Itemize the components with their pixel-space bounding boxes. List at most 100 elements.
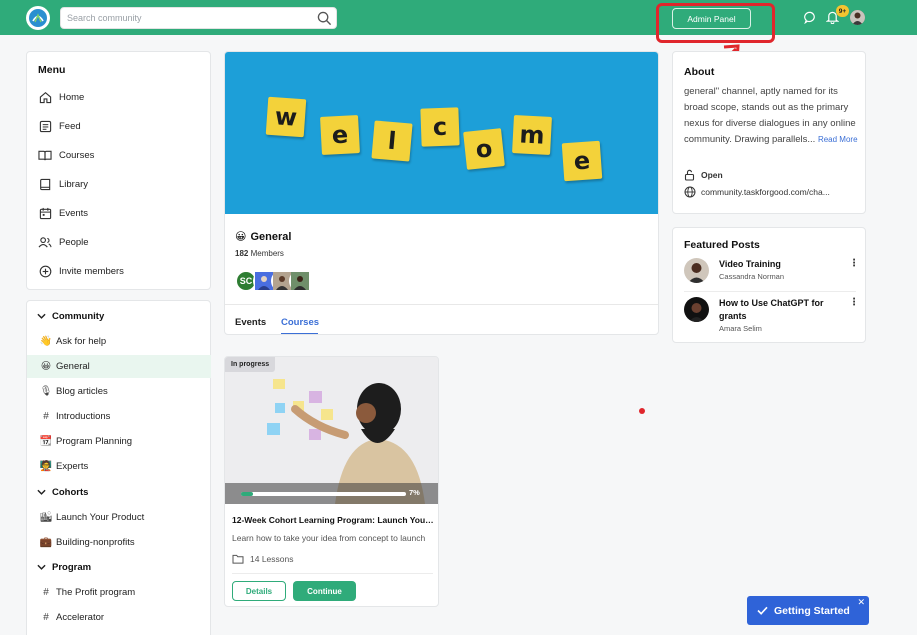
channel-general[interactable]: 😀 General — [27, 355, 211, 378]
status-badge: In progress — [225, 357, 276, 372]
tab-events[interactable]: Events — [235, 317, 266, 328]
group-name-text: General — [250, 230, 292, 243]
section-community[interactable]: Community — [37, 311, 104, 322]
about-description: general" channel, aptly named for its br… — [684, 84, 859, 148]
avatar-image — [850, 10, 865, 25]
menu-item-people[interactable]: People — [38, 233, 203, 251]
smile-emoji-icon: 😀 — [40, 361, 52, 372]
menu-item-feed[interactable]: Feed — [38, 117, 203, 135]
post-author: Amara Selim — [719, 324, 762, 333]
details-button[interactable]: Details — [232, 581, 286, 601]
progress-percent: 7% — [409, 488, 420, 497]
channel-program-planning[interactable]: 📆 Program Planning — [27, 430, 211, 453]
continue-button[interactable]: Continue — [293, 581, 356, 601]
section-label: Cohorts — [52, 487, 89, 498]
lessons-count: 14 Lessons — [250, 554, 294, 564]
community-url[interactable]: community.taskforgood.com/cha... — [684, 186, 830, 198]
tab-courses[interactable]: Courses — [281, 317, 319, 328]
course-lessons: 14 Lessons — [232, 554, 293, 564]
channel-label: Accelerator — [56, 612, 105, 623]
channel-ask-for-help[interactable]: 👋 Ask for help — [27, 330, 211, 353]
group-header-card: w e l c o m e 😀 General 182 Members SC E… — [224, 51, 659, 335]
calendar-emoji-icon: 📆 — [39, 436, 53, 447]
channel-launch-your-product[interactable]: 🏙 Launch Your Product — [27, 506, 211, 529]
course-card[interactable]: In progress 7% 12-Week Cohort Learning P… — [224, 356, 439, 607]
user-avatar[interactable] — [850, 10, 865, 25]
chevron-down-icon — [37, 489, 46, 495]
post-title[interactable]: Video Training — [719, 258, 844, 271]
channel-label: Introductions — [56, 411, 111, 422]
menu-item-library[interactable]: Library — [38, 175, 203, 193]
card-divider — [684, 291, 856, 292]
menu-item-label: Events — [59, 207, 89, 219]
group-banner-image: w e l c o m e — [225, 52, 658, 214]
channel-blog-articles[interactable]: 🎙 Blog articles — [27, 380, 211, 403]
post-title[interactable]: How to Use ChatGPT for grants — [719, 297, 844, 323]
banner-tile: w — [265, 96, 307, 138]
access-type: Open — [684, 169, 723, 181]
read-more-link[interactable]: Read More — [818, 135, 858, 144]
search-icon[interactable] — [317, 11, 332, 26]
briefcase-emoji-icon: 💼 — [39, 537, 53, 548]
chevron-down-icon — [37, 313, 46, 319]
community-logo[interactable] — [26, 6, 50, 30]
channel-experts[interactable]: 🧑‍🏫 Experts — [27, 455, 211, 478]
channel-label: Ask for help — [56, 336, 107, 347]
menu-item-label: Courses — [59, 149, 95, 161]
member-avatars[interactable]: SC — [235, 270, 311, 292]
group-member-count: 182 Members — [235, 249, 284, 258]
channel-label: General — [56, 361, 90, 372]
progress-strip: 7% — [225, 483, 438, 504]
group-title: 😀 General — [235, 230, 292, 244]
feed-icon — [38, 119, 52, 133]
post-author: Cassandra Norman — [719, 272, 785, 281]
menu-item-label: Library — [59, 178, 89, 190]
getting-started-button[interactable]: Getting Started ✕ — [747, 596, 869, 625]
annotation-dot — [639, 408, 645, 414]
menu-item-invite-members[interactable]: Invite members — [38, 262, 203, 280]
card-divider — [225, 304, 658, 305]
waving-hand-icon: 👋 — [39, 336, 53, 347]
menu-item-home[interactable]: Home — [38, 88, 203, 106]
search-input[interactable] — [61, 8, 301, 28]
channel-label: Blog articles — [56, 386, 108, 397]
banner-tile: l — [371, 120, 413, 162]
menu-card: Menu Home Feed Courses Library Events Pe — [26, 51, 211, 290]
library-icon — [38, 177, 52, 191]
more-options-icon[interactable]: ⋮ — [849, 297, 859, 308]
book-open-icon — [38, 148, 52, 162]
featured-post-item[interactable]: How to Use ChatGPT for grants Amara Seli… — [684, 297, 859, 333]
channel-accelerator[interactable]: # Accelerator — [27, 606, 211, 629]
featured-post-item[interactable]: Video Training Cassandra Norman ⋮ — [684, 258, 859, 286]
section-program[interactable]: Program — [37, 562, 91, 573]
search-box — [60, 7, 337, 29]
menu-item-label: People — [59, 236, 89, 248]
folder-icon — [232, 554, 244, 564]
banner-tile: m — [512, 115, 552, 155]
more-options-icon[interactable]: ⋮ — [849, 258, 859, 269]
calendar-icon — [38, 206, 52, 220]
teacher-emoji-icon: 🧑‍🏫 — [39, 461, 53, 472]
chat-icon[interactable] — [804, 11, 817, 24]
channel-label: Experts — [56, 461, 89, 472]
close-icon[interactable]: ✕ — [857, 597, 865, 608]
channel-the-profit-program[interactable]: # The Profit program — [27, 581, 211, 604]
menu-item-label: Feed — [59, 120, 81, 132]
hashtag-icon: # — [43, 411, 49, 422]
section-cohorts[interactable]: Cohorts — [37, 487, 88, 498]
hashtag-icon: # — [43, 587, 49, 598]
people-icon — [38, 235, 52, 249]
globe-icon — [684, 186, 696, 198]
channel-building-nonprofits[interactable]: 💼 Building-nonprofits — [27, 531, 211, 554]
top-navbar: Admin Panel 9+ — [0, 0, 917, 35]
annotation-highlight-box — [656, 3, 775, 43]
menu-item-events[interactable]: Events — [38, 204, 203, 222]
banner-tile: e — [561, 140, 603, 182]
channel-label: Launch Your Product — [56, 512, 145, 523]
banner-tile: c — [420, 107, 460, 147]
avatar[interactable] — [289, 270, 311, 292]
channel-label: The Profit program — [56, 587, 136, 598]
menu-item-courses[interactable]: Courses — [38, 146, 203, 164]
channel-introductions[interactable]: # Introductions — [27, 405, 211, 428]
course-title[interactable]: 12-Week Cohort Learning Program: Launch … — [232, 515, 435, 525]
